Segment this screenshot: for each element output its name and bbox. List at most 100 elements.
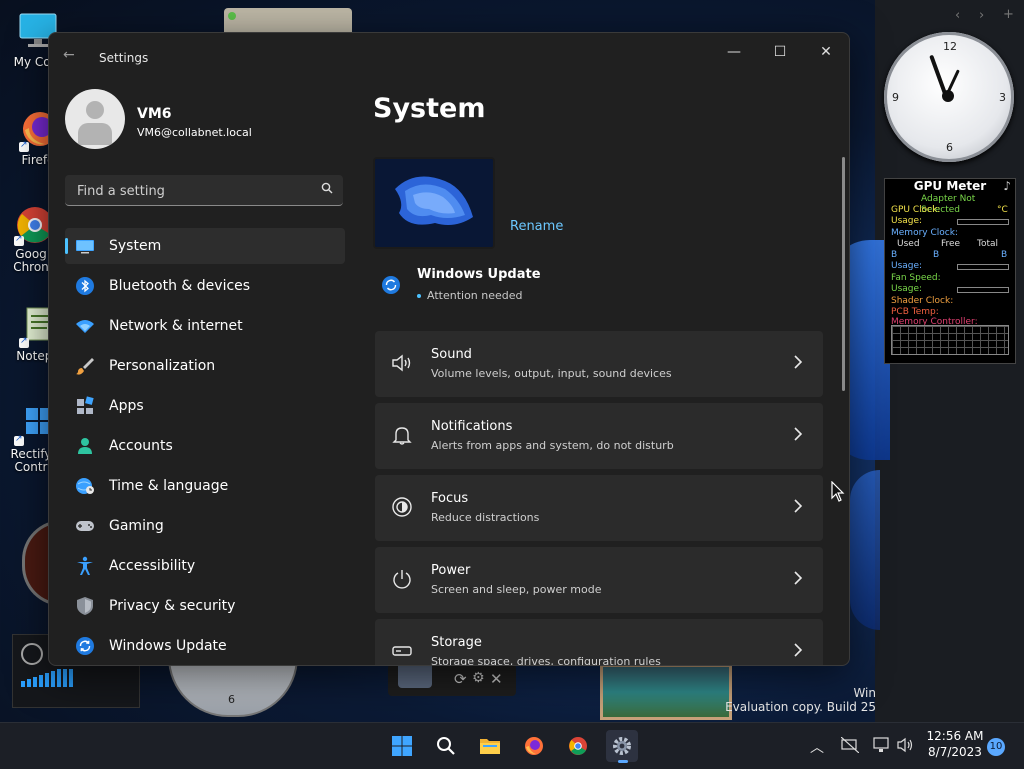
memory-clock-label: Memory Clock:: [891, 228, 958, 238]
gpu-meter-widget: GPU Meter ♪ Adapter Not Selected GPU Clo…: [884, 178, 1016, 364]
taskbar-settings[interactable]: [606, 730, 638, 763]
accessibility-icon: [77, 556, 93, 575]
shortcut-arrow-icon: [14, 233, 24, 246]
sidebar-item-label: Apps: [109, 398, 144, 414]
device-thumbnail[interactable]: [373, 157, 495, 249]
memory-used-unit: B: [891, 250, 898, 260]
settings-card-focus[interactable]: Focus Reduce distractions: [375, 475, 823, 541]
clock-center: [942, 90, 954, 102]
sidebar-item-bluetooth[interactable]: Bluetooth & devices: [65, 268, 345, 304]
scrollbar[interactable]: [842, 157, 845, 391]
apps-icon: [77, 396, 94, 414]
wallpaper-bloom-lower: [850, 470, 880, 630]
memory-used-label: Used: [897, 239, 920, 249]
taskbar-file-explorer[interactable]: [474, 730, 506, 762]
sidebar-item-privacy[interactable]: Privacy & security: [65, 588, 345, 624]
accounts-icon: [78, 438, 92, 454]
start-button[interactable]: [386, 730, 418, 762]
notification-badge[interactable]: 10: [987, 738, 1005, 756]
chevron-right-icon: [794, 571, 803, 585]
sidebar-item-accounts[interactable]: Accounts: [65, 428, 345, 464]
windows-update-icon: [382, 276, 400, 294]
widget-controls[interactable]: ⟳ ⚙ ✕: [388, 664, 516, 696]
green-led-icon: [228, 12, 236, 20]
storage-icon: [392, 646, 412, 656]
firefox-icon: [525, 737, 543, 755]
back-arrow-icon[interactable]: ←: [63, 47, 75, 63]
power-icon: [393, 570, 411, 589]
search-icon: [437, 737, 455, 755]
card-description: Alerts from apps and system, do not dist…: [431, 439, 674, 452]
shader-clock-label: Shader Clock:: [891, 296, 954, 306]
close-button[interactable]: ✕: [803, 41, 849, 65]
bluetooth-icon: [76, 277, 94, 295]
card-description: Screen and sleep, power mode: [431, 583, 602, 596]
sidebar-item-gaming[interactable]: Gaming: [65, 508, 345, 544]
sidebar-add-icon[interactable]: +: [1003, 7, 1014, 22]
sidebar-item-label: Accounts: [109, 438, 173, 454]
wifi-icon: [76, 320, 94, 333]
sidebar-item-label: Gaming: [109, 518, 164, 534]
network-disconnected-icon[interactable]: [841, 737, 859, 753]
speaker-icon: [392, 354, 411, 372]
display-network-icon[interactable]: [873, 737, 891, 753]
card-title: Storage: [431, 635, 482, 650]
sidebar-prev-icon[interactable]: ‹: [955, 8, 960, 23]
taskbar-firefox[interactable]: [518, 730, 550, 762]
tray-overflow-chevron-icon[interactable]: ︿: [810, 737, 824, 757]
gear-icon: [613, 737, 631, 755]
taskbar-date[interactable]: 8/7/2023: [920, 745, 990, 759]
gpu-clock-label: GPU Clock:: [891, 205, 941, 215]
fan-speed-label: Fan Speed:: [891, 273, 941, 283]
taskbar-chrome[interactable]: [562, 730, 594, 762]
memory-usage-bar: [957, 264, 1009, 270]
sidebar-item-accessibility[interactable]: Accessibility: [65, 548, 345, 584]
settings-card-notifications[interactable]: Notifications Alerts from apps and syste…: [375, 403, 823, 469]
settings-card-sound[interactable]: Sound Volume levels, output, input, soun…: [375, 331, 823, 397]
sidebar-item-apps[interactable]: Apps: [65, 388, 345, 424]
sidebar-item-network[interactable]: Network & internet: [65, 308, 345, 344]
windows-update-status-text: Attention needed: [427, 289, 523, 302]
analog-clock-widget: 12 3 6 9: [884, 32, 1014, 162]
bell-icon: [392, 427, 412, 445]
volume-icon[interactable]: [897, 737, 915, 753]
card-description: Storage space, drives, configuration rul…: [431, 655, 661, 666]
close-icon[interactable]: ✕: [490, 670, 503, 688]
watermark-line2: Evaluation copy. Build 25: [725, 700, 876, 714]
refresh-icon[interactable]: ⟳: [454, 670, 467, 688]
folder-icon: [480, 739, 500, 754]
settings-card-storage[interactable]: Storage Storage space, drives, configura…: [375, 619, 823, 666]
search-box[interactable]: [65, 175, 343, 206]
window-title: Settings: [99, 51, 149, 65]
gear-icon[interactable]: ⚙: [472, 670, 485, 686]
search-icon[interactable]: [321, 182, 333, 194]
main-content: System Rename Windows Update Attention n…: [373, 77, 843, 665]
settings-card-power[interactable]: Power Screen and sleep, power mode: [375, 547, 823, 613]
evaluation-watermark: Win Evaluation copy. Build 25: [725, 686, 876, 714]
card-title: Power: [431, 563, 471, 578]
sidebar-item-windows-update[interactable]: Windows Update: [65, 628, 345, 664]
title-bar[interactable]: ← Settings — ☐ ✕: [49, 33, 849, 73]
avatar: [65, 89, 125, 149]
gauge-number: 6: [228, 693, 235, 706]
taskbar-time[interactable]: 12:56 AM: [920, 729, 990, 743]
fan-usage-label: Usage:: [891, 284, 923, 294]
search-input[interactable]: [75, 181, 309, 201]
sidebar-item-label: Accessibility: [109, 558, 196, 574]
rename-link[interactable]: Rename: [510, 219, 563, 234]
windows-update-title: Windows Update: [417, 267, 541, 282]
watermark-line1: Win: [853, 686, 876, 700]
windows-start-icon: [392, 736, 412, 756]
gpu-usage-bar: [957, 219, 1009, 225]
sidebar-item-system[interactable]: System: [65, 228, 345, 264]
shortcut-arrow-icon: [14, 433, 24, 446]
sidebar-item-time-language[interactable]: Time & language: [65, 468, 345, 504]
maximize-button[interactable]: ☐: [757, 41, 803, 65]
minimize-button[interactable]: —: [711, 41, 757, 65]
taskbar-search-button[interactable]: [430, 730, 462, 762]
sidebar-next-icon[interactable]: ›: [979, 8, 984, 23]
wallpaper-preview: [375, 159, 493, 247]
sidebar-item-personalization[interactable]: Personalization: [65, 348, 345, 384]
system-icon: [76, 240, 94, 254]
speaker-icon: [21, 643, 43, 665]
